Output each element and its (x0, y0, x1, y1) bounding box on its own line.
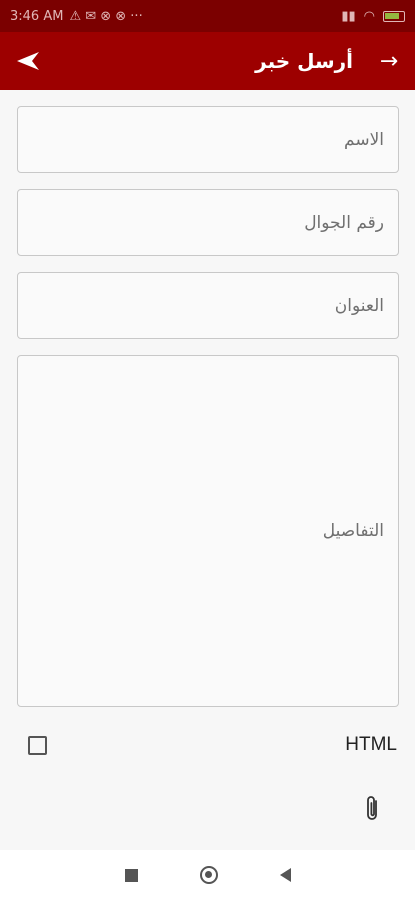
status-left: 3:46 AM ⚠ ✉ ⊗ ⊗ ··· (10, 9, 143, 24)
address-placeholder: العنوان (334, 295, 384, 316)
recents-button[interactable] (124, 868, 138, 882)
back-arrow-icon (17, 52, 39, 70)
app-bar: أرسل خبر → (0, 32, 415, 90)
news-form: الاسم رقم الجوال العنوان التفاصيل (17, 106, 399, 723)
html-option-row: HTML (28, 733, 397, 757)
details-field[interactable]: التفاصيل (17, 355, 399, 707)
name-field[interactable]: الاسم (17, 106, 399, 173)
page-title: أرسل خبر (255, 49, 353, 73)
home-button[interactable] (199, 866, 218, 884)
forward-arrow-icon[interactable]: → (375, 49, 403, 74)
title-wrap: أرسل خبر → (255, 49, 403, 74)
phone-placeholder: رقم الجوال (304, 212, 384, 233)
address-field[interactable]: العنوان (17, 272, 399, 339)
battery-icon (383, 10, 405, 22)
html-label: HTML (345, 734, 397, 755)
name-placeholder: الاسم (344, 129, 384, 150)
notification-icons: ⚠ ✉ ⊗ ⊗ ··· (69, 8, 143, 24)
phone-field[interactable]: رقم الجوال (17, 189, 399, 256)
signal-icon: ▮▮ (341, 8, 356, 24)
status-bar: 3:46 AM ⚠ ✉ ⊗ ⊗ ··· ▮▮ ◠ (0, 0, 415, 32)
back-button[interactable] (12, 45, 44, 77)
system-back-button[interactable] (279, 868, 291, 882)
html-checkbox[interactable] (28, 735, 47, 755)
system-nav-bar (0, 850, 415, 900)
details-placeholder: التفاصيل (322, 521, 384, 541)
attachment-icon[interactable] (361, 795, 385, 823)
status-time: 3:46 AM (10, 8, 64, 24)
status-right: ▮▮ ◠ (341, 9, 405, 24)
wifi-icon: ◠ (363, 8, 375, 24)
